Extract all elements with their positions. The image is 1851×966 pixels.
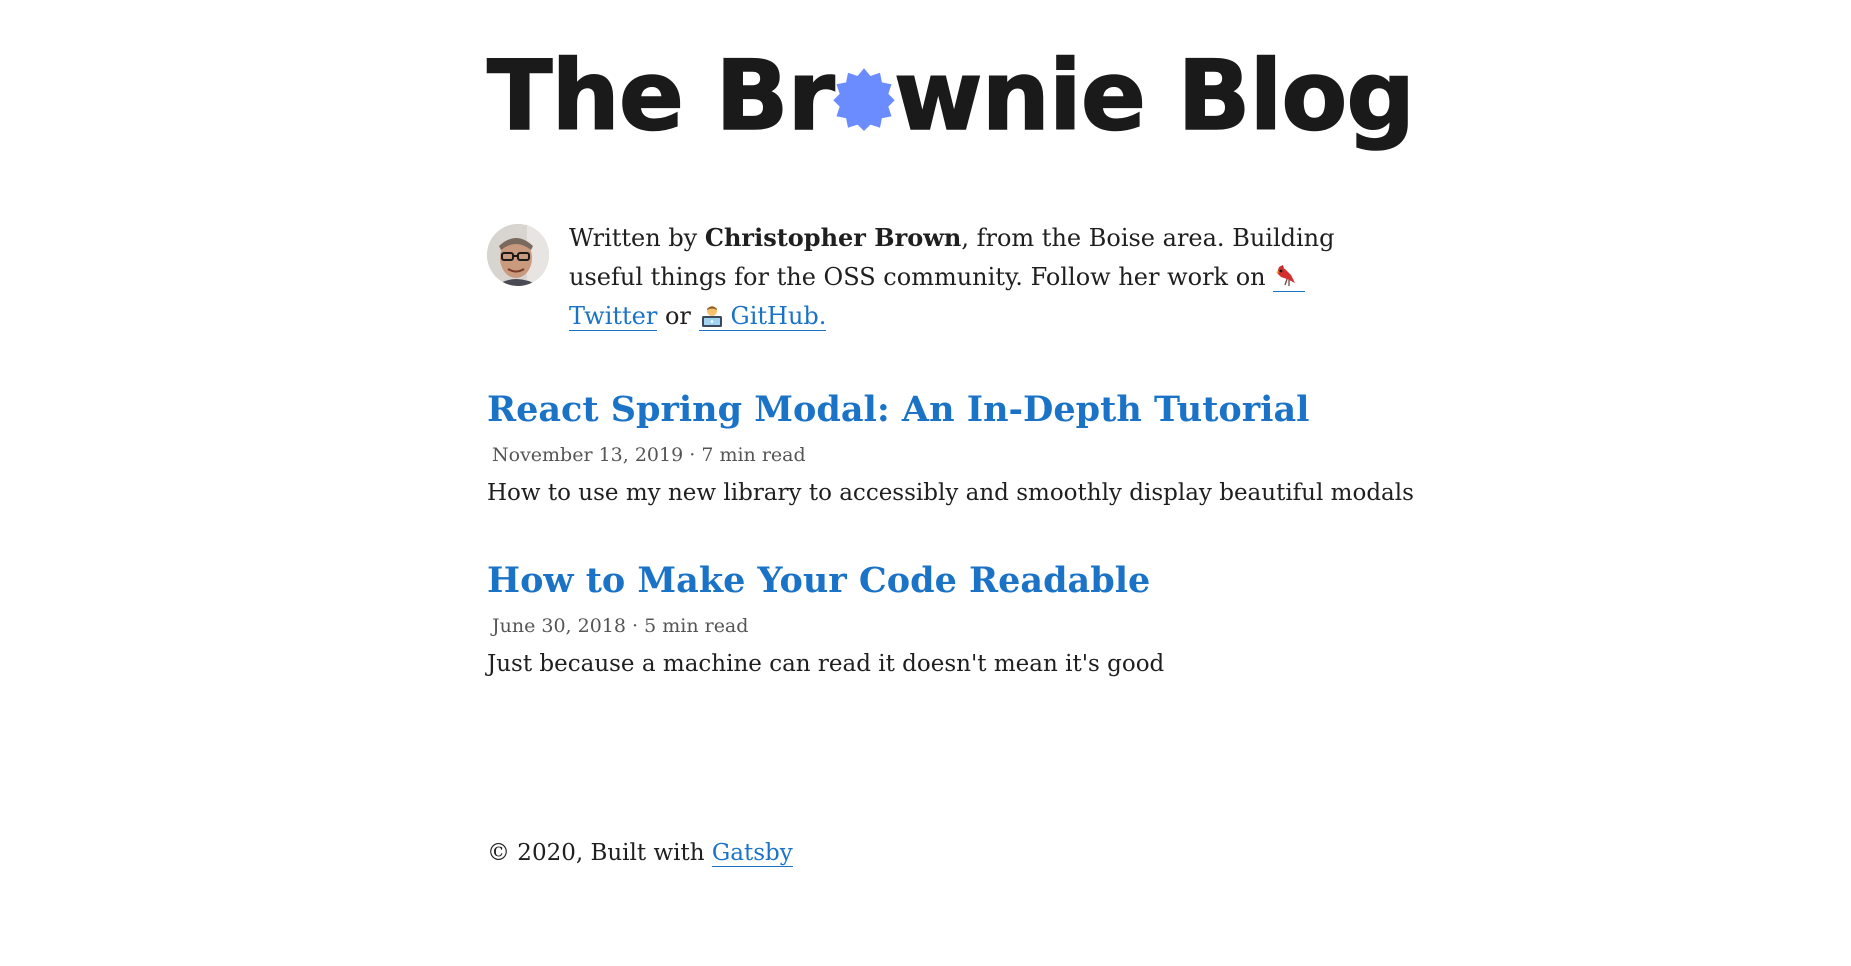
post-item: How to Make Your Code Readable June 30, … bbox=[487, 559, 1387, 679]
cardinal-bird-emoji-icon bbox=[1276, 265, 1296, 286]
author-name: Christopher Brown bbox=[704, 223, 962, 252]
github-label: GitHub. bbox=[730, 302, 827, 330]
site-title-part-2: wnie Blog bbox=[893, 40, 1416, 152]
meta-separator: · bbox=[683, 444, 702, 466]
footer: © 2020, Built with Gatsby bbox=[487, 838, 793, 868]
bio-text: Written by Christopher Brown, from the B… bbox=[569, 218, 1359, 336]
twitter-label: Twitter bbox=[569, 302, 658, 330]
site-title-part-1: The Br bbox=[486, 40, 835, 152]
github-link[interactable]: GitHub. bbox=[698, 302, 827, 331]
site-title[interactable]: The Br wnie Blog bbox=[486, 47, 1416, 145]
post-item: React Spring Modal: An In-Depth Tutorial… bbox=[487, 388, 1414, 508]
technologist-emoji-icon bbox=[701, 306, 722, 327]
avatar bbox=[487, 224, 549, 286]
post-title[interactable]: React Spring Modal: An In-Depth Tutorial bbox=[487, 388, 1387, 432]
gatsby-link[interactable]: Gatsby bbox=[711, 840, 793, 867]
blue-badge-icon bbox=[833, 68, 895, 131]
post-meta: June 30, 2018 · 5 min read bbox=[487, 613, 1387, 639]
post-meta: November 13, 2019 · 7 min read bbox=[487, 442, 1387, 468]
meta-separator: · bbox=[625, 615, 645, 637]
post-date: November 13, 2019 bbox=[492, 444, 684, 466]
post-excerpt: Just because a machine can read it doesn… bbox=[487, 651, 1165, 677]
post-read-time: 5 min read bbox=[644, 615, 749, 637]
post-date: June 30, 2018 bbox=[492, 615, 626, 637]
post-title[interactable]: How to Make Your Code Readable bbox=[487, 559, 1387, 603]
post-read-time: 7 min read bbox=[701, 444, 806, 466]
footer-text: © 2020, Built with bbox=[487, 840, 712, 866]
bio-prefix: Written by bbox=[569, 224, 705, 252]
post-title-link[interactable]: React Spring Modal: An In-Depth Tutorial bbox=[487, 389, 1309, 430]
post-title-link[interactable]: How to Make Your Code Readable bbox=[487, 560, 1150, 601]
post-excerpt: How to use my new library to accessibly … bbox=[487, 480, 1414, 506]
bio-or: or bbox=[657, 302, 699, 330]
